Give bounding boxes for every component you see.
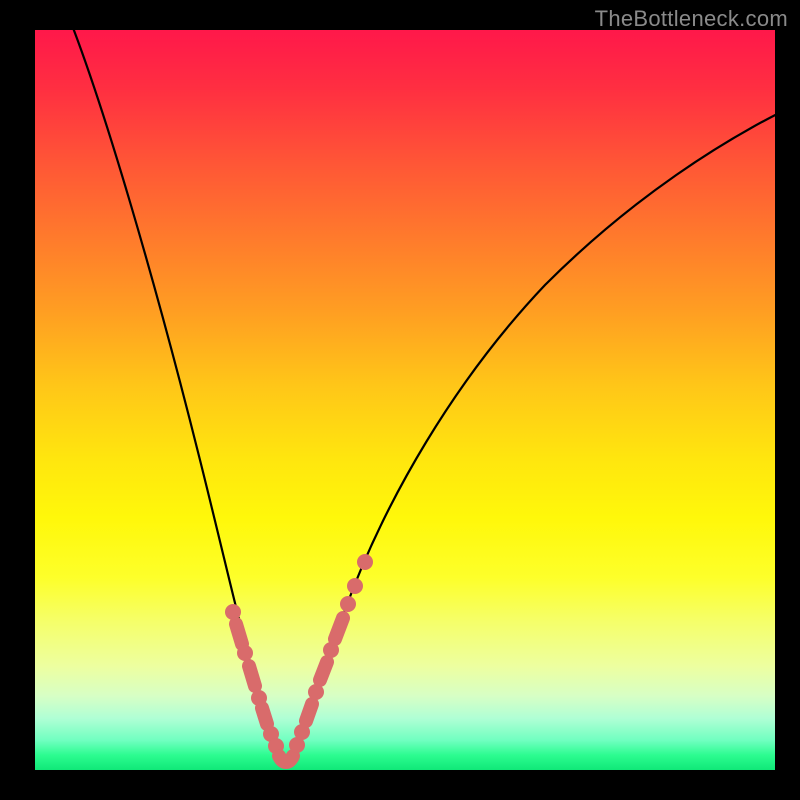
marker-dot	[225, 604, 241, 620]
marker-dot	[340, 596, 356, 612]
right-highlight-segment	[335, 618, 343, 639]
watermark-label: TheBottleneck.com	[595, 6, 788, 32]
left-highlight-segment	[262, 708, 267, 724]
left-highlight-segment	[249, 666, 255, 686]
right-highlight-segment	[320, 662, 327, 680]
curves-svg	[35, 30, 775, 770]
right-curve	[288, 110, 775, 765]
plot-area	[35, 30, 775, 770]
marker-dot	[347, 578, 363, 594]
chart-frame: TheBottleneck.com	[0, 0, 800, 800]
valley-highlight	[279, 756, 293, 762]
left-highlight-segment	[236, 624, 242, 644]
right-highlight-segment	[306, 704, 312, 721]
marker-dot	[357, 554, 373, 570]
marker-dot	[237, 645, 253, 661]
